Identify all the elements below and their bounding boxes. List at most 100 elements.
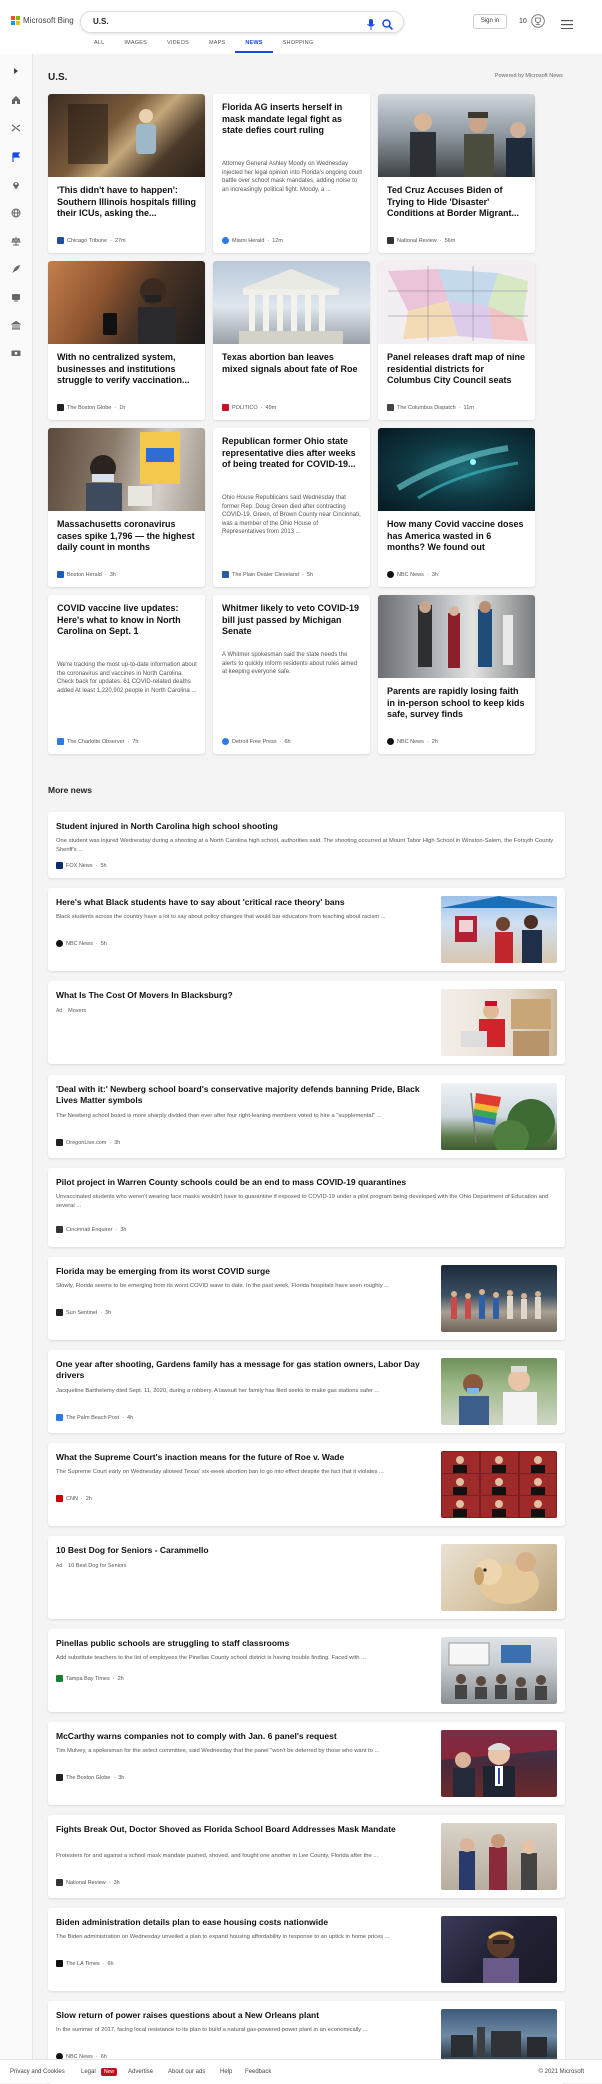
news-title[interactable]: Texas abortion ban leaves mixed signals … — [222, 352, 362, 375]
source-logo-icon — [222, 571, 229, 578]
news-source: Detroit Free Press · 6h — [222, 738, 291, 745]
news-title[interactable]: One year after shooting, Gardens family … — [56, 1359, 431, 1381]
news-title[interactable]: Fights Break Out, Doctor Shoved as Flori… — [56, 1824, 431, 1835]
source-logo-icon — [56, 940, 63, 947]
news-title[interactable]: 'This didn't have to happen': Southern I… — [57, 185, 197, 220]
news-title[interactable]: Here's what Black students have to say a… — [56, 897, 431, 908]
microphone-icon[interactable] — [367, 17, 375, 35]
tab-images[interactable]: IMAGES — [114, 40, 157, 53]
tv-icon[interactable] — [10, 291, 22, 303]
flag-icon[interactable] — [10, 151, 22, 163]
news-card[interactable]: Parents are rapidly losing faith in in-p… — [378, 595, 535, 754]
more-news-item[interactable]: Here's what Black students have to say a… — [48, 888, 565, 971]
more-news-item[interactable]: Florida may be emerging from its worst C… — [48, 1257, 565, 1340]
more-news-item[interactable]: One year after shooting, Gardens family … — [48, 1350, 565, 1433]
powered-by-label[interactable]: Powered by Microsoft News — [443, 73, 563, 79]
rocket-icon[interactable] — [10, 263, 22, 275]
news-card[interactable]: Republican former Ohio state representat… — [213, 428, 370, 587]
search-icon[interactable] — [382, 17, 394, 35]
expand-icon[interactable] — [10, 65, 22, 77]
news-title[interactable]: COVID vaccine live updates: Here's what … — [57, 603, 197, 638]
news-title[interactable]: Massachusetts coronavirus cases spike 1,… — [57, 519, 197, 554]
search-input[interactable]: U.S. — [93, 17, 109, 26]
news-title[interactable]: Republican former Ohio state representat… — [222, 436, 362, 471]
news-title[interactable]: Florida AG inserts herself in mask manda… — [222, 102, 362, 137]
bing-logo[interactable]: Microsoft Bing — [11, 16, 74, 25]
ad-title[interactable]: 10 Best Dog for Seniors - Carammello — [56, 1545, 431, 1556]
news-title[interactable]: McCarthy warns companies not to comply w… — [56, 1731, 431, 1742]
news-card[interactable]: Florida AG inserts herself in mask manda… — [213, 94, 370, 253]
news-card[interactable]: Whitmer likely to veto COVID-19 bill jus… — [213, 595, 370, 754]
more-news-item-ad[interactable]: 10 Best Dog for Seniors - Carammello Ad 1… — [48, 1536, 565, 1619]
more-news-item[interactable]: McCarthy warns companies not to comply w… — [48, 1722, 565, 1805]
about-ads-link[interactable]: About our ads — [168, 2069, 205, 2075]
news-title[interactable]: Whitmer likely to veto COVID-19 bill jus… — [222, 603, 362, 638]
hamburger-menu-icon[interactable] — [561, 16, 573, 34]
news-snippet: The Biden administration on Wednesday un… — [56, 1934, 390, 1940]
news-source: Boston Herald · 3h — [57, 571, 116, 578]
rewards-count[interactable]: 10 — [519, 18, 527, 25]
news-card[interactable]: 'This didn't have to happen': Southern I… — [48, 94, 205, 253]
source-logo-icon — [56, 862, 63, 869]
news-card[interactable]: How many Covid vaccine doses has America… — [378, 428, 535, 587]
news-card[interactable]: Ted Cruz Accuses Biden of Trying to Hide… — [378, 94, 535, 253]
news-card[interactable]: Panel releases draft map of nine residen… — [378, 261, 535, 420]
more-news-item[interactable]: What the Supreme Court's inaction means … — [48, 1443, 565, 1526]
tab-videos[interactable]: VIDEOS — [157, 40, 199, 53]
news-source: Chicago Tribune · 27m — [57, 237, 126, 244]
more-news-item-ad[interactable]: What Is The Cost Of Movers In Blacksburg… — [48, 981, 565, 1064]
news-title[interactable]: Panel releases draft map of nine residen… — [387, 352, 527, 387]
source-logo-icon — [57, 571, 64, 578]
more-news-item[interactable]: Fights Break Out, Doctor Shoved as Flori… — [48, 1815, 565, 1898]
help-link[interactable]: Help — [220, 2069, 232, 2075]
location-pin-icon[interactable] — [10, 179, 22, 191]
more-news-item[interactable]: Student injured in North Carolina high s… — [48, 812, 565, 878]
news-title[interactable]: Student injured in North Carolina high s… — [56, 821, 278, 832]
news-card[interactable]: COVID vaccine live updates: Here's what … — [48, 595, 205, 754]
news-title[interactable]: Parents are rapidly losing faith in in-p… — [387, 686, 527, 721]
tab-maps[interactable]: MAPS — [199, 40, 235, 53]
building-icon[interactable] — [10, 319, 22, 331]
search-tabs: ALL IMAGES VIDEOS MAPS NEWS SHOPPING — [84, 40, 323, 54]
sign-in-button[interactable]: Sign in — [473, 14, 507, 29]
news-title[interactable]: Pinellas public schools are struggling t… — [56, 1638, 431, 1649]
home-icon[interactable] — [10, 94, 22, 106]
globe-icon[interactable] — [10, 207, 22, 219]
money-icon[interactable] — [10, 347, 22, 359]
tab-news[interactable]: NEWS — [235, 40, 273, 53]
news-title[interactable]: Pilot project in Warren County schools c… — [56, 1177, 556, 1188]
legal-link[interactable]: Legal — [81, 2069, 96, 2075]
news-card[interactable]: Massachusetts coronavirus cases spike 1,… — [48, 428, 205, 587]
news-card[interactable]: Texas abortion ban leaves mixed signals … — [213, 261, 370, 420]
more-news-item[interactable]: Biden administration details plan to eas… — [48, 1908, 565, 1991]
news-thumbnail — [441, 1637, 557, 1704]
more-news-item[interactable]: Pilot project in Warren County schools c… — [48, 1168, 565, 1247]
source-logo-icon — [387, 738, 394, 745]
news-title[interactable]: Florida may be emerging from its worst C… — [56, 1266, 431, 1277]
news-title[interactable]: Biden administration details plan to eas… — [56, 1917, 431, 1928]
tab-all[interactable]: ALL — [84, 40, 114, 53]
shuffle-icon[interactable] — [10, 122, 22, 134]
news-source: FOX News · 5h — [56, 862, 107, 869]
scale-icon[interactable] — [10, 235, 22, 247]
ad-label: Ad — [56, 1008, 63, 1014]
tab-shopping[interactable]: SHOPPING — [273, 40, 324, 53]
news-title[interactable]: Ted Cruz Accuses Biden of Trying to Hide… — [387, 185, 527, 220]
news-title[interactable]: 'Deal with it:' Newberg school board's c… — [56, 1084, 431, 1106]
rewards-trophy-icon[interactable] — [531, 14, 545, 33]
search-box[interactable]: U.S. — [80, 11, 404, 33]
privacy-link[interactable]: Privacy and Cookies — [10, 2069, 65, 2075]
news-source: The Columbus Dispatch · 11m — [387, 404, 474, 411]
top-bar: Microsoft Bing U.S. Sign in 10 ALL IMAGE… — [0, 0, 602, 54]
ad-title[interactable]: What Is The Cost Of Movers In Blacksburg… — [56, 990, 431, 1001]
more-news-item[interactable]: 'Deal with it:' Newberg school board's c… — [48, 1075, 565, 1158]
feedback-link[interactable]: Feedback — [245, 2069, 271, 2075]
news-title[interactable]: Slow return of power raises questions ab… — [56, 2010, 431, 2021]
news-title[interactable]: How many Covid vaccine doses has America… — [387, 519, 527, 554]
news-title[interactable]: With no centralized system, businesses a… — [57, 352, 197, 387]
news-card[interactable]: With no centralized system, businesses a… — [48, 261, 205, 420]
source-logo-icon — [222, 237, 229, 244]
more-news-item[interactable]: Pinellas public schools are struggling t… — [48, 1629, 565, 1712]
advertise-link[interactable]: Advertise — [128, 2069, 153, 2075]
news-title[interactable]: What the Supreme Court's inaction means … — [56, 1452, 431, 1463]
